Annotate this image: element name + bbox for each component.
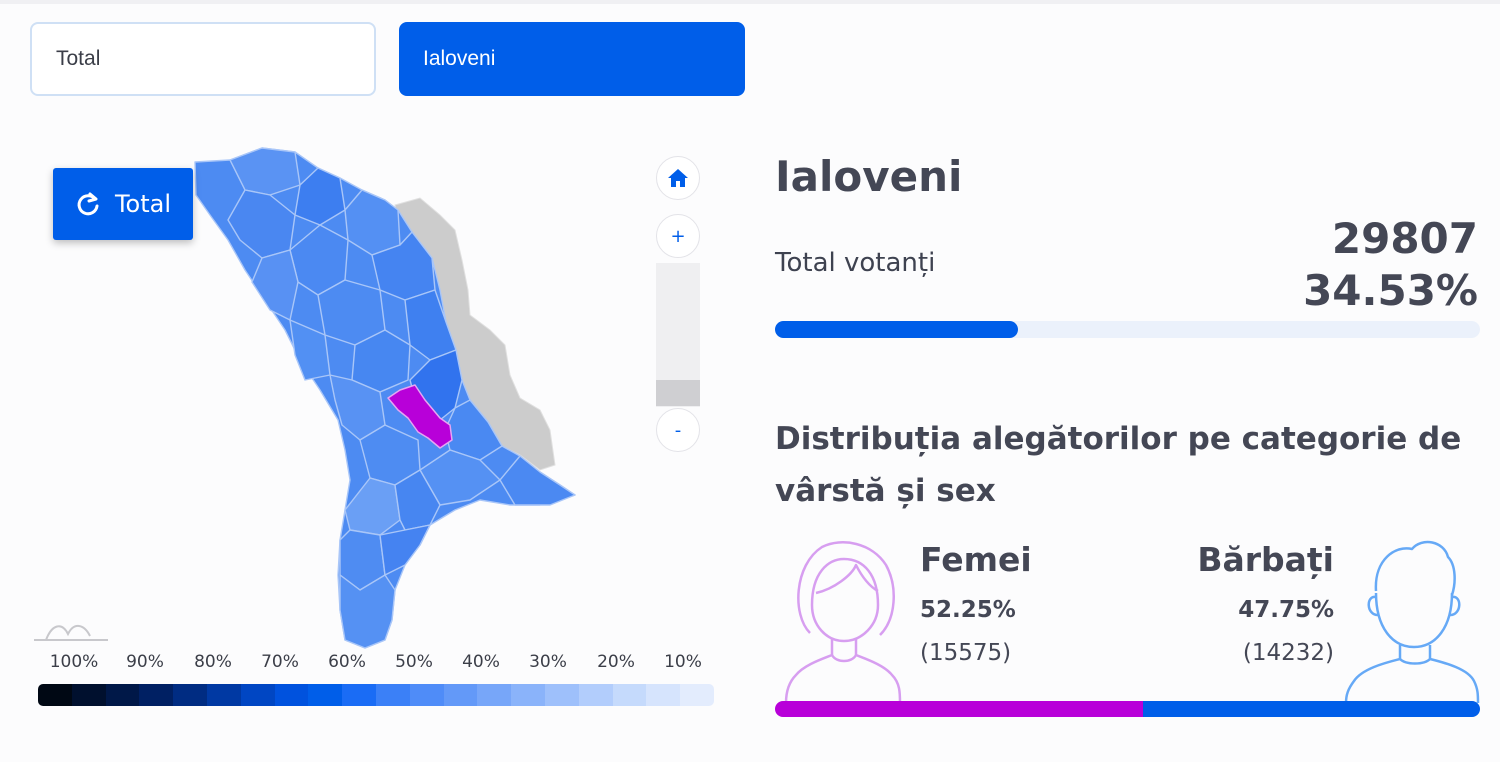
legend-color-scale: [38, 684, 714, 706]
legend-label: 30%: [529, 652, 567, 672]
legend-label: 20%: [597, 652, 635, 672]
total-voters-label: Total votanți: [775, 248, 936, 278]
legend-label: 50%: [395, 652, 433, 672]
reset-total-label: Total: [114, 190, 172, 218]
legend-label: 90%: [126, 652, 164, 672]
zoom-slider-handle[interactable]: [656, 380, 700, 406]
man-avatar-icon: [1344, 540, 1480, 703]
legend-color-step: [274, 684, 309, 706]
zoom-in-button[interactable]: +: [656, 214, 700, 258]
women-percentage: 52.25%: [920, 597, 1016, 623]
reset-total-button[interactable]: Total: [53, 168, 193, 240]
legend-color-step: [443, 684, 478, 706]
legend-label: 70%: [261, 652, 299, 672]
legend-label: 100%: [49, 652, 99, 672]
gender-distribution-bar: [775, 701, 1480, 717]
legend-color-step: [71, 684, 106, 706]
men-label: Bărbați: [1197, 540, 1334, 579]
legend-color-step: [38, 684, 72, 706]
legend-label: 10%: [664, 652, 702, 672]
legend-color-step: [375, 684, 410, 706]
distribution-title: Distribuția alegătorilor pe categorie de…: [775, 421, 1462, 509]
home-icon: [668, 169, 688, 187]
legend-color-step: [646, 684, 681, 706]
women-share-bar: [775, 701, 1144, 717]
legend-color-step: [308, 684, 343, 706]
men-percentage: 47.75%: [1238, 597, 1334, 623]
woman-avatar-icon: [784, 541, 902, 703]
legend-label: 80%: [194, 652, 232, 672]
legend-label: 60%: [328, 652, 366, 672]
legend-color-step: [680, 684, 714, 706]
legend-color-step: [105, 684, 140, 706]
turnout-percentage: 34.53%: [1303, 266, 1478, 315]
total-voters-count: 29807: [1331, 214, 1478, 263]
legend-label: 40%: [462, 652, 500, 672]
legend-color-step: [173, 684, 207, 706]
men-count: (14232): [1242, 640, 1334, 666]
zoom-out-button[interactable]: -: [656, 408, 700, 452]
legend-color-step: [477, 684, 512, 706]
legend-color-step: [342, 684, 376, 706]
legend-color-step: [544, 684, 579, 706]
watermark-logo-icon: [34, 625, 108, 641]
legend-labels: 100% 90% 80% 70% 60% 50% 40% 30% 20% 10%: [36, 652, 716, 680]
turnout-progress-fill: [775, 321, 1018, 338]
legend-color-step: [511, 684, 545, 706]
women-count: (15575): [920, 640, 1012, 666]
home-button[interactable]: [656, 156, 700, 200]
legend-color-step: [578, 684, 613, 706]
district-title: Ialoveni: [775, 152, 963, 201]
refresh-icon: [77, 192, 99, 216]
legend-color-step: [612, 684, 647, 706]
legend-color-step: [206, 684, 241, 706]
legend-color-step: [240, 684, 275, 706]
men-share-bar: [1143, 701, 1480, 717]
women-label: Femei: [920, 540, 1032, 579]
legend-color-step: [409, 684, 444, 706]
moldova-map[interactable]: [0, 0, 740, 680]
zoom-in-label: +: [670, 225, 686, 247]
legend-color-step: [139, 684, 174, 706]
zoom-out-label: -: [674, 419, 682, 441]
